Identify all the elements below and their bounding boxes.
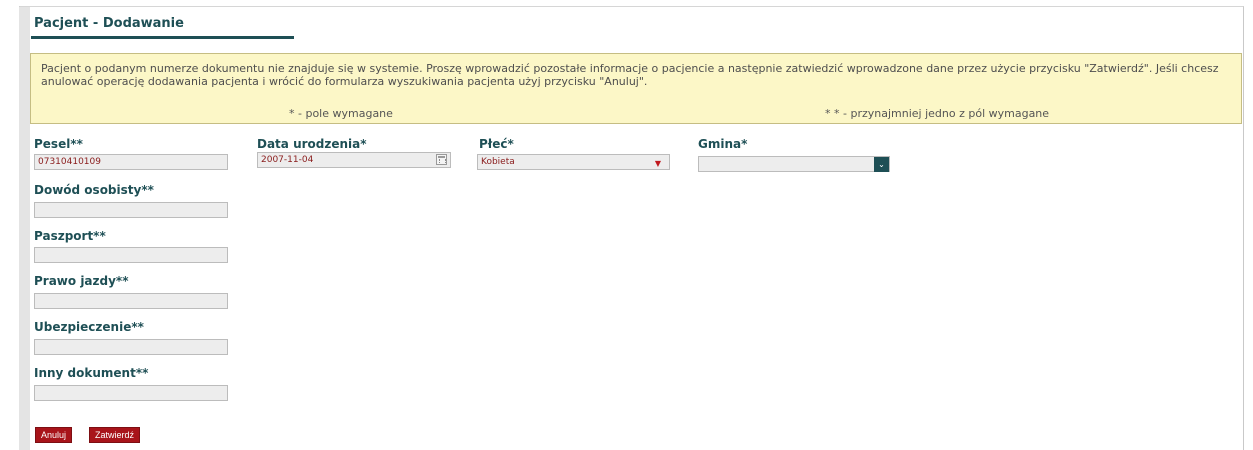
sex-value: Kobieta <box>481 157 515 167</box>
one-of-required-note: * * - przynajmniej jedno z pól wymagane <box>825 107 1050 120</box>
sex-label: Płeć* <box>479 137 514 151</box>
pesel-label: Pesel** <box>34 137 83 151</box>
sex-select[interactable]: Kobieta ▼ <box>477 154 670 170</box>
cancel-button[interactable]: Anuluj <box>35 427 73 443</box>
passport-field[interactable] <box>34 247 228 263</box>
municipality-select[interactable]: ⌄ <box>698 156 890 172</box>
birth-date-label: Data urodzenia* <box>257 137 367 151</box>
dropdown-arrow-icon: ▼ <box>654 159 661 168</box>
submit-button[interactable]: Zatwierdź <box>89 427 141 443</box>
id-card-field[interactable] <box>34 202 228 218</box>
title-underline <box>31 36 294 39</box>
calendar-icon[interactable] <box>436 154 447 165</box>
pesel-field[interactable]: 07310410109 <box>34 154 228 170</box>
id-card-label: Dowód osobisty** <box>34 183 154 197</box>
left-sidebar-strip <box>19 7 30 450</box>
driving-license-label: Prawo jazdy** <box>34 274 129 288</box>
municipality-label: Gmina* <box>698 137 748 151</box>
passport-label: Paszport** <box>34 229 106 243</box>
other-document-label: Inny dokument** <box>34 366 149 380</box>
insurance-field[interactable] <box>34 339 228 355</box>
info-box: Pacjent o podanym numerze dokumentu nie … <box>30 53 1242 124</box>
birth-date-value: 2007-11-04 <box>261 155 314 165</box>
insurance-label: Ubezpieczenie** <box>34 320 144 334</box>
pesel-value: 07310410109 <box>38 157 101 167</box>
other-document-field[interactable] <box>34 385 228 401</box>
birth-date-field[interactable]: 2007-11-04 <box>257 152 451 168</box>
info-message: Pacjent o podanym numerze dokumentu nie … <box>41 62 1219 88</box>
driving-license-field[interactable] <box>34 293 228 309</box>
chevron-down-icon[interactable]: ⌄ <box>874 157 889 172</box>
page-title: Pacjent - Dodawanie <box>34 16 184 31</box>
required-note: * - pole wymagane <box>289 107 393 120</box>
